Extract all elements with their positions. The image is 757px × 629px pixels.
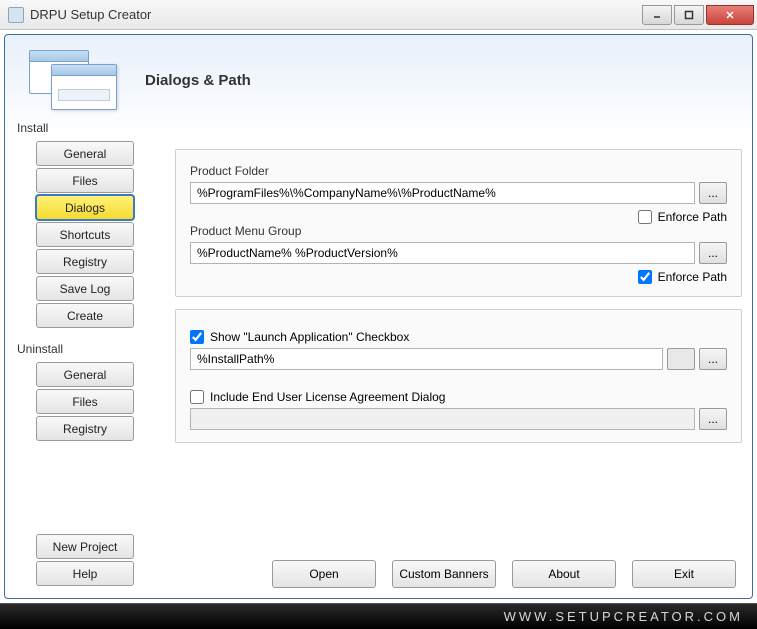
- product-menu-input[interactable]: [190, 242, 695, 264]
- options-panel: Show "Launch Application" Checkbox ... I…: [175, 309, 742, 443]
- product-menu-enforce-label: Enforce Path: [658, 270, 727, 284]
- eula-path-input: [190, 408, 695, 430]
- window-controls: [642, 5, 754, 25]
- product-menu-label: Product Menu Group: [190, 224, 727, 238]
- page-title: Dialogs & Path: [145, 72, 251, 89]
- action-about[interactable]: About: [512, 560, 616, 588]
- action-exit[interactable]: Exit: [632, 560, 736, 588]
- maximize-button[interactable]: [674, 5, 704, 25]
- product-folder-enforce-label: Enforce Path: [658, 210, 727, 224]
- product-folder-label: Product Folder: [190, 164, 727, 178]
- nav-uninstall-registry[interactable]: Registry: [36, 416, 134, 441]
- app-icon: [8, 7, 24, 23]
- product-folder-enforce-checkbox[interactable]: [638, 210, 652, 224]
- action-bar: Open Custom Banners About Exit: [175, 554, 742, 588]
- eula-checkbox[interactable]: [190, 390, 204, 404]
- launch-app-path-input[interactable]: [190, 348, 663, 370]
- content-frame: Dialogs & Path Install GeneralFilesDialo…: [4, 34, 753, 599]
- nav-help[interactable]: Help: [36, 561, 134, 586]
- close-button[interactable]: [706, 5, 754, 25]
- nav-uninstall-general[interactable]: General: [36, 362, 134, 387]
- launch-app-checkbox[interactable]: [190, 330, 204, 344]
- nav-install-general[interactable]: General: [36, 141, 134, 166]
- nav-install-registry[interactable]: Registry: [36, 249, 134, 274]
- eula-label: Include End User License Agreement Dialo…: [210, 390, 445, 404]
- action-custom-banners[interactable]: Custom Banners: [392, 560, 496, 588]
- nav-new-project[interactable]: New Project: [36, 534, 134, 559]
- titlebar: DRPU Setup Creator: [0, 0, 757, 30]
- install-group: Install GeneralFilesDialogsShortcutsRegi…: [15, 119, 155, 330]
- launch-app-label: Show "Launch Application" Checkbox: [210, 330, 409, 344]
- main: Product Folder ... Enforce Path Product …: [175, 119, 742, 588]
- uninstall-label: Uninstall: [15, 340, 155, 360]
- banner: Dialogs & Path: [15, 41, 742, 119]
- body: Install GeneralFilesDialogsShortcutsRegi…: [15, 119, 742, 588]
- window-title: DRPU Setup Creator: [30, 7, 642, 22]
- sidebar: Install GeneralFilesDialogsShortcutsRegi…: [15, 119, 155, 588]
- launch-app-picker[interactable]: [667, 348, 695, 370]
- product-menu-enforce-checkbox[interactable]: [638, 270, 652, 284]
- nav-install-create[interactable]: Create: [36, 303, 134, 328]
- nav-install-shortcuts[interactable]: Shortcuts: [36, 222, 134, 247]
- sidebar-bottom: New ProjectHelp: [15, 532, 155, 588]
- folders-panel: Product Folder ... Enforce Path Product …: [175, 149, 742, 297]
- nav-install-files[interactable]: Files: [36, 168, 134, 193]
- eula-browse[interactable]: ...: [699, 408, 727, 430]
- product-menu-browse[interactable]: ...: [699, 242, 727, 264]
- install-label: Install: [15, 119, 155, 139]
- footer-text: WWW.SETUPCREATOR.COM: [504, 609, 743, 624]
- nav-install-save-log[interactable]: Save Log: [36, 276, 134, 301]
- nav-install-dialogs[interactable]: Dialogs: [36, 195, 134, 220]
- minimize-button[interactable]: [642, 5, 672, 25]
- banner-windows-icon: [29, 50, 117, 110]
- footer: WWW.SETUPCREATOR.COM: [0, 603, 757, 629]
- product-folder-browse[interactable]: ...: [699, 182, 727, 204]
- uninstall-group: Uninstall GeneralFilesRegistry: [15, 340, 155, 443]
- product-folder-input[interactable]: [190, 182, 695, 204]
- launch-app-browse[interactable]: ...: [699, 348, 727, 370]
- action-open[interactable]: Open: [272, 560, 376, 588]
- nav-uninstall-files[interactable]: Files: [36, 389, 134, 414]
